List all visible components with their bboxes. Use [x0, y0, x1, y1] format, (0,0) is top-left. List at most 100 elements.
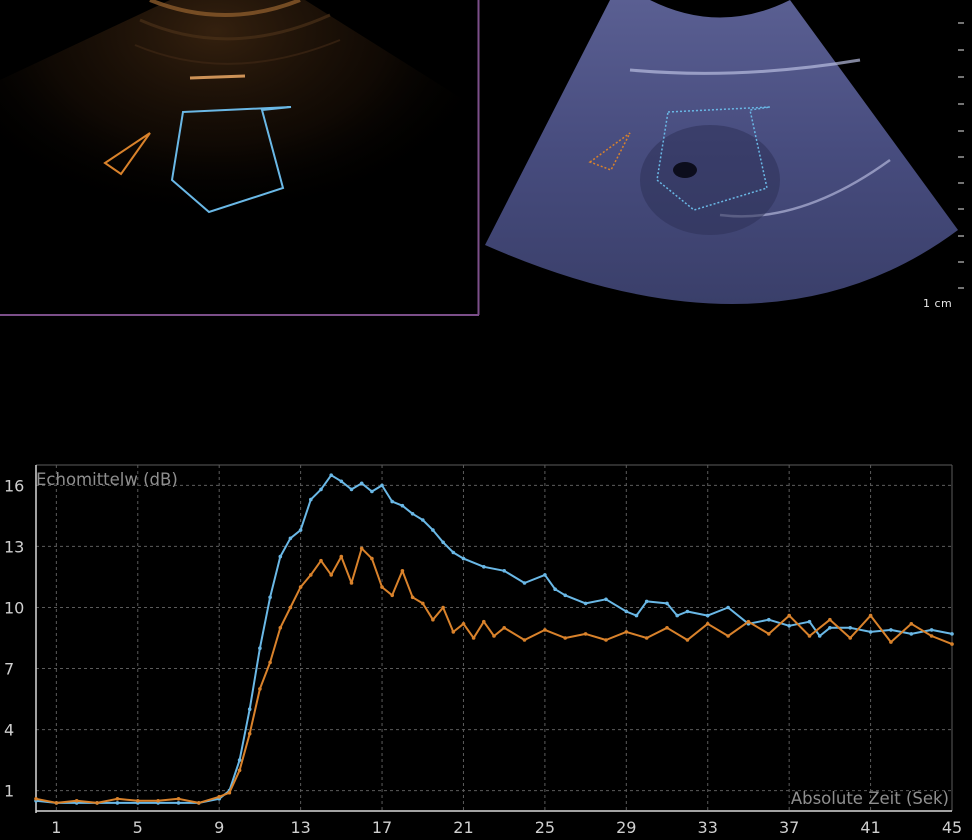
data-point — [380, 585, 384, 589]
data-point — [237, 768, 242, 773]
y-tick-label: 7 — [4, 660, 14, 679]
data-point — [359, 546, 364, 551]
data-point — [34, 797, 38, 801]
organ-region — [640, 125, 780, 235]
data-point — [461, 622, 466, 626]
data-point — [390, 499, 395, 504]
data-point — [278, 554, 283, 559]
data-point — [288, 605, 293, 610]
data-point — [482, 619, 486, 624]
dark-lesion — [673, 162, 697, 178]
data-point — [329, 573, 334, 577]
data-point — [410, 595, 415, 600]
data-point — [909, 632, 914, 636]
y-tick-label: 16 — [4, 476, 24, 495]
x-tick-label: 13 — [290, 818, 310, 836]
data-point — [410, 512, 415, 516]
y-tick-label: 4 — [4, 721, 14, 740]
data-point — [400, 503, 405, 508]
data-point — [115, 797, 120, 801]
data-point — [767, 617, 771, 622]
chart-svg: Echomittelw (dB) Absolute Zeit (Sek) 1 4 7… — [4, 464, 962, 837]
data-point — [95, 801, 99, 805]
data-point — [359, 481, 364, 486]
data-point — [604, 638, 608, 642]
x-tick-labels: 1 5 9 13 17 21 25 29 33 37 41 45 — [51, 818, 962, 837]
data-point — [665, 626, 669, 630]
data-point — [624, 630, 629, 634]
data-point — [502, 626, 507, 630]
data-point — [176, 801, 181, 805]
data-point — [471, 636, 476, 640]
data-point — [543, 573, 547, 577]
data-point — [746, 619, 751, 624]
x-tick-label: 33 — [698, 818, 718, 836]
data-point — [298, 585, 303, 589]
data-point — [288, 536, 293, 541]
data-point — [431, 528, 435, 532]
data-point — [319, 558, 323, 563]
series-line-2 — [35, 547, 953, 804]
data-point — [309, 497, 313, 502]
data-point — [247, 707, 252, 711]
x-tick-label: 37 — [779, 818, 799, 836]
data-point — [583, 601, 588, 606]
data-point — [319, 487, 323, 492]
data-point — [767, 632, 771, 636]
data-point — [400, 569, 405, 573]
data-point — [492, 634, 496, 638]
data-point — [298, 528, 303, 532]
x-tick-label: 5 — [133, 818, 143, 836]
chart-axes — [35, 465, 952, 813]
data-point — [441, 605, 445, 610]
contrast-image — [0, 0, 480, 316]
x-tick-label: 41 — [860, 818, 880, 836]
data-point — [889, 640, 893, 644]
chart-grid — [36, 464, 953, 811]
data-point — [309, 573, 313, 577]
data-point — [380, 483, 384, 488]
chart-series — [34, 473, 954, 805]
data-point — [848, 636, 852, 640]
data-point — [370, 489, 374, 494]
data-point — [828, 626, 832, 630]
data-point — [787, 613, 791, 618]
data-point — [421, 601, 425, 606]
data-point — [197, 801, 201, 805]
x-tick-label: 45 — [942, 818, 962, 836]
scale-label: 1 cm — [923, 297, 953, 310]
data-point — [726, 605, 730, 610]
y-axis-label: Echomittelw (dB) — [36, 470, 178, 489]
data-point — [807, 634, 812, 638]
data-point — [563, 636, 567, 640]
data-point — [848, 626, 852, 630]
data-point — [553, 587, 557, 591]
data-point — [349, 581, 354, 585]
x-tick-label: 21 — [453, 818, 473, 836]
data-point — [675, 613, 679, 618]
data-point — [136, 799, 140, 803]
data-point — [258, 687, 262, 691]
data-point — [705, 613, 710, 618]
data-point — [828, 617, 832, 622]
series-line-1 — [35, 474, 953, 804]
data-point — [370, 556, 374, 561]
data-point — [604, 597, 608, 602]
data-point — [929, 628, 934, 632]
data-point — [115, 801, 120, 805]
data-point — [278, 626, 283, 630]
data-point — [543, 628, 547, 632]
data-point — [258, 646, 262, 650]
data-point — [482, 565, 486, 569]
data-point — [329, 473, 334, 477]
data-point — [624, 609, 629, 614]
y-tick-label: 13 — [4, 537, 24, 556]
data-point — [54, 801, 59, 805]
data-point — [237, 758, 242, 762]
data-point — [522, 638, 527, 642]
data-point — [665, 601, 669, 606]
data-point — [339, 479, 344, 484]
data-point — [685, 609, 690, 614]
data-point — [74, 799, 79, 803]
data-point — [431, 617, 435, 622]
